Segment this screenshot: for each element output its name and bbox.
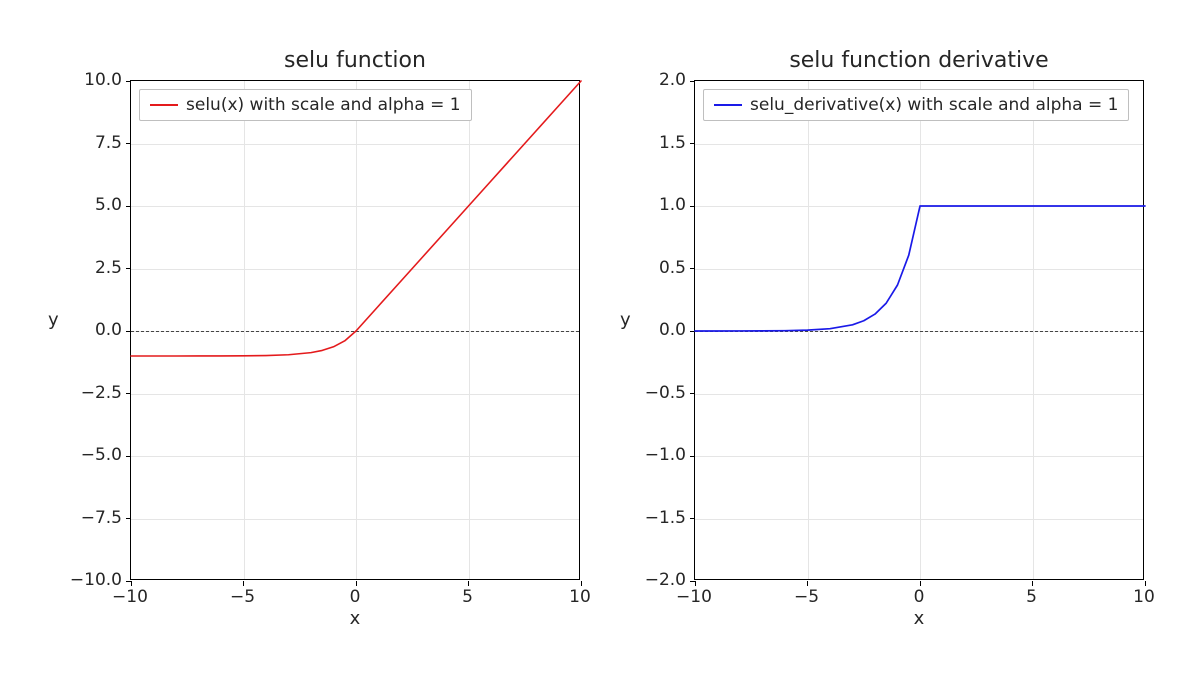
horizontal-reference-line — [695, 331, 1143, 332]
grid-line-horizontal — [695, 269, 1143, 270]
axes-right-title: selu function derivative — [694, 48, 1144, 73]
grid-line-horizontal — [131, 206, 579, 207]
x-tick-label: −10 — [112, 587, 148, 607]
grid-line-vertical — [808, 81, 809, 579]
y-tick-label: 5.0 — [95, 195, 122, 215]
y-tick-label: 2.5 — [95, 258, 122, 278]
x-tick — [1032, 581, 1033, 586]
x-tick-label: 10 — [1133, 587, 1155, 607]
grid-line-vertical — [1033, 81, 1034, 579]
y-tick — [690, 81, 695, 82]
x-tick-label: 10 — [569, 587, 591, 607]
legend: selu(x) with scale and alpha = 1 — [139, 89, 472, 121]
grid-line-horizontal — [131, 519, 579, 520]
y-tick-label: 0.5 — [659, 258, 686, 278]
axes-left: selu(x) with scale and alpha = 1 — [130, 80, 580, 580]
grid-line-horizontal — [695, 394, 1143, 395]
x-tick-label: −5 — [794, 587, 819, 607]
grid-line-horizontal — [131, 394, 579, 395]
y-tick — [126, 393, 131, 394]
y-tick — [690, 268, 695, 269]
y-tick-label: −7.5 — [81, 508, 122, 528]
grid-line-horizontal — [131, 144, 579, 145]
y-tick-label: −5.0 — [81, 445, 122, 465]
axes-right-xlabel: x — [694, 608, 1144, 629]
grid-line-vertical — [356, 81, 357, 579]
y-tick-label: −1.5 — [645, 508, 686, 528]
grid-line-vertical — [920, 81, 921, 579]
legend-label: selu_derivative(x) with scale and alpha … — [750, 95, 1118, 115]
y-tick-label: 0.0 — [659, 320, 686, 340]
x-tick-label: −5 — [230, 587, 255, 607]
grid-line-horizontal — [695, 206, 1143, 207]
horizontal-reference-line — [131, 331, 579, 332]
figure: selu(x) with scale and alpha = 1 selu fu… — [0, 0, 1200, 675]
y-tick — [690, 518, 695, 519]
axes-right-inner: selu_derivative(x) with scale and alpha … — [695, 81, 1143, 579]
y-tick — [690, 393, 695, 394]
legend-entry: selu_derivative(x) with scale and alpha … — [714, 95, 1118, 115]
axes-left-inner: selu(x) with scale and alpha = 1 — [131, 81, 579, 579]
y-tick — [690, 143, 695, 144]
y-tick-label: −10.0 — [70, 570, 122, 590]
x-tick — [695, 581, 696, 586]
y-tick — [690, 206, 695, 207]
y-tick-label: 1.0 — [659, 195, 686, 215]
x-tick — [468, 581, 469, 586]
grid-line-horizontal — [695, 519, 1143, 520]
y-tick-label: −1.0 — [645, 445, 686, 465]
legend-label: selu(x) with scale and alpha = 1 — [186, 95, 461, 115]
y-tick — [126, 81, 131, 82]
y-tick-label: 2.0 — [659, 70, 686, 90]
axes-right-ylabel: y — [620, 310, 631, 331]
legend-swatch — [714, 104, 742, 106]
x-tick-label: −10 — [676, 587, 712, 607]
legend: selu_derivative(x) with scale and alpha … — [703, 89, 1129, 121]
axes-right: selu_derivative(x) with scale and alpha … — [694, 80, 1144, 580]
grid-line-horizontal — [131, 269, 579, 270]
y-tick-label: 10.0 — [84, 70, 122, 90]
legend-entry: selu(x) with scale and alpha = 1 — [150, 95, 461, 115]
x-tick-label: 5 — [1026, 587, 1037, 607]
x-tick — [807, 581, 808, 586]
x-tick-label: 5 — [462, 587, 473, 607]
grid-line-vertical — [244, 81, 245, 579]
axes-left-ylabel: y — [48, 310, 59, 331]
x-tick — [920, 581, 921, 586]
x-tick-label: 0 — [914, 587, 925, 607]
y-tick — [126, 143, 131, 144]
y-tick-label: 0.0 — [95, 320, 122, 340]
grid-line-horizontal — [695, 144, 1143, 145]
y-tick-label: −2.5 — [81, 383, 122, 403]
x-tick — [131, 581, 132, 586]
axes-left-xlabel: x — [130, 608, 580, 629]
y-tick — [126, 581, 131, 582]
y-tick — [126, 456, 131, 457]
y-tick-label: 7.5 — [95, 133, 122, 153]
legend-swatch — [150, 104, 178, 106]
axes-left-title: selu function — [130, 48, 580, 73]
y-tick-label: −0.5 — [645, 383, 686, 403]
y-tick — [126, 518, 131, 519]
grid-line-vertical — [469, 81, 470, 579]
grid-line-horizontal — [695, 456, 1143, 457]
y-tick — [690, 581, 695, 582]
y-tick — [126, 268, 131, 269]
x-tick — [356, 581, 357, 586]
y-tick — [690, 456, 695, 457]
x-tick — [1145, 581, 1146, 586]
y-tick-label: −2.0 — [645, 570, 686, 590]
grid-line-horizontal — [131, 456, 579, 457]
x-tick — [581, 581, 582, 586]
y-tick-label: 1.5 — [659, 133, 686, 153]
y-tick — [126, 206, 131, 207]
x-tick — [243, 581, 244, 586]
x-tick-label: 0 — [350, 587, 361, 607]
